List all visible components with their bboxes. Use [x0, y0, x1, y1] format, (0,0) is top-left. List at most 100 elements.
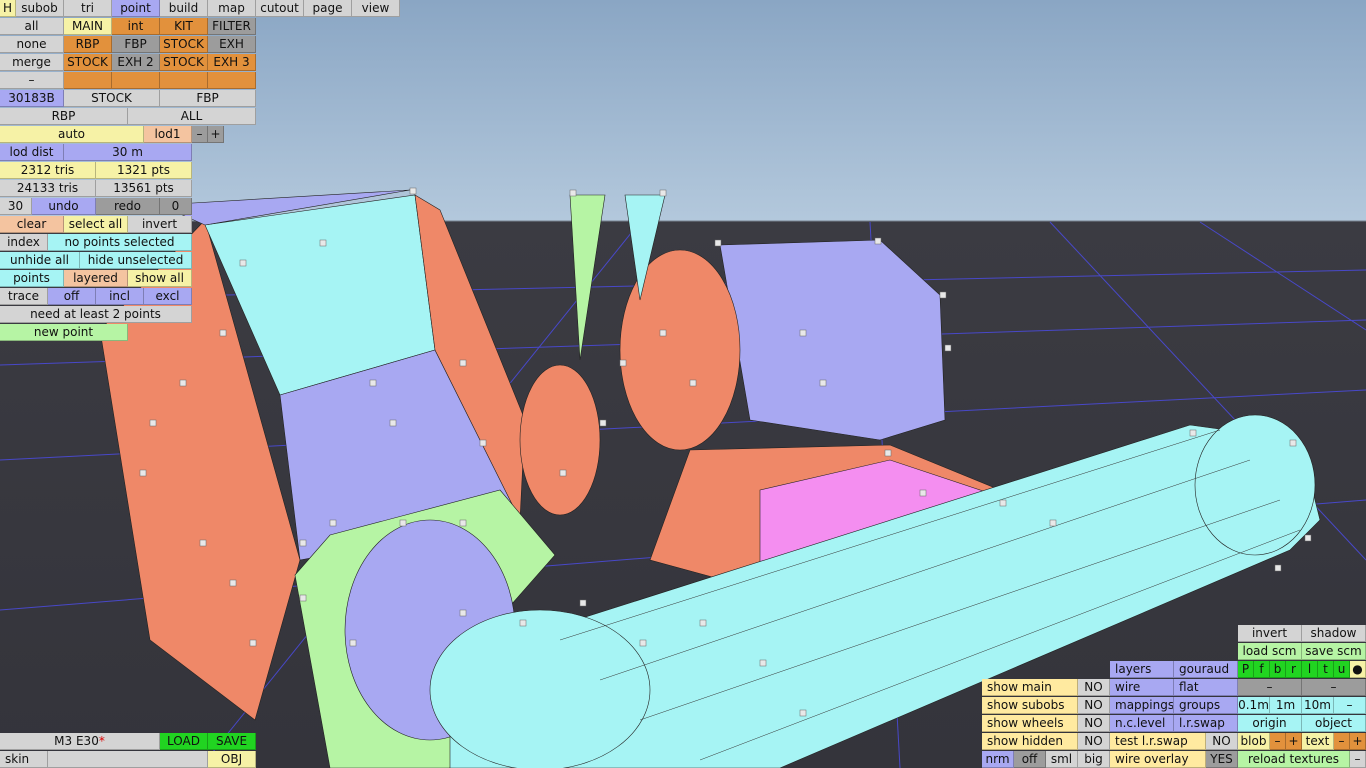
grid-minus[interactable]: – [1334, 697, 1366, 714]
group-exh2[interactable]: EXH 2 [112, 54, 160, 71]
new-point-button[interactable]: new point [0, 324, 128, 341]
flag-p[interactable]: P [1238, 661, 1254, 678]
grid-01m[interactable]: 0.1m [1238, 697, 1270, 714]
flag-u[interactable]: u [1334, 661, 1350, 678]
menu-tri[interactable]: tri [64, 0, 112, 17]
flag-dot[interactable]: ● [1350, 661, 1366, 678]
group-main[interactable]: MAIN [64, 18, 112, 35]
flag-r[interactable]: r [1286, 661, 1302, 678]
load-button[interactable]: LOAD [160, 733, 208, 750]
subob-rbp[interactable]: RBP [0, 108, 128, 125]
group-exh3[interactable]: EXH 3 [208, 54, 256, 71]
flag-l[interactable]: l [1302, 661, 1318, 678]
dash-button-2[interactable]: – [1302, 679, 1366, 696]
group-empty-1[interactable] [64, 72, 112, 89]
reload-textures-button[interactable]: reload textures [1238, 751, 1350, 768]
merge-button[interactable]: merge [0, 54, 64, 71]
layers-button[interactable]: layers [1110, 661, 1174, 678]
mappings-button[interactable]: mappings [1110, 697, 1174, 714]
file-name[interactable]: M3 E30* [0, 733, 160, 750]
points-button[interactable]: points [0, 270, 64, 287]
menu-point[interactable]: point [112, 0, 160, 17]
group-stock-2[interactable]: STOCK [64, 54, 112, 71]
test-lrswap-toggle[interactable]: NO [1206, 733, 1238, 750]
grid-10m[interactable]: 10m [1302, 697, 1334, 714]
lod-level[interactable]: lod1 [144, 126, 192, 143]
normals-sml[interactable]: sml [1046, 751, 1078, 768]
load-scm-button[interactable]: load scm [1238, 643, 1302, 660]
text-plus[interactable]: + [1350, 733, 1366, 750]
dash-button-1[interactable]: – [1238, 679, 1302, 696]
wire-button[interactable]: wire [1110, 679, 1174, 696]
menu-h-button[interactable]: H [0, 0, 16, 17]
trace-excl[interactable]: excl [144, 288, 192, 305]
shadow-button[interactable]: shadow [1302, 625, 1366, 642]
save-button[interactable]: SAVE [208, 733, 256, 750]
group-kit[interactable]: KIT [160, 18, 208, 35]
hide-unselected-button[interactable]: hide unselected [80, 252, 192, 269]
lod-dist-value[interactable]: 30 m [64, 144, 192, 161]
origin-button[interactable]: origin [1238, 715, 1302, 732]
flag-t[interactable]: t [1318, 661, 1334, 678]
group-empty-2[interactable] [112, 72, 160, 89]
text-minus[interactable]: – [1334, 733, 1350, 750]
subob-stock[interactable]: STOCK [64, 90, 160, 107]
show-wheels-toggle[interactable]: NO [1078, 715, 1110, 732]
show-hidden-toggle[interactable]: NO [1078, 733, 1110, 750]
object-button[interactable]: object [1302, 715, 1366, 732]
menu-subob[interactable]: subob [16, 0, 64, 17]
lod-minus[interactable]: – [192, 126, 208, 143]
group-exh[interactable]: EXH [208, 36, 256, 53]
flag-b[interactable]: b [1270, 661, 1286, 678]
skin-field[interactable] [48, 751, 208, 768]
ncl-button[interactable]: n.c.level [1110, 715, 1174, 732]
dash-button[interactable]: – [0, 72, 64, 89]
show-subobs-toggle[interactable]: NO [1078, 697, 1110, 714]
lod-plus[interactable]: + [208, 126, 224, 143]
subob-fbp[interactable]: FBP [160, 90, 256, 107]
normals-off[interactable]: off [1014, 751, 1046, 768]
select-all-button[interactable]: select all [64, 216, 128, 233]
lod-auto[interactable]: auto [0, 126, 144, 143]
wire-overlay-toggle[interactable]: YES [1206, 751, 1238, 768]
menu-page[interactable]: page [304, 0, 352, 17]
group-empty-4[interactable] [208, 72, 256, 89]
layered-button[interactable]: layered [64, 270, 128, 287]
trace-off[interactable]: off [48, 288, 96, 305]
obj-button[interactable]: OBJ [208, 751, 256, 768]
group-stock[interactable]: STOCK [160, 36, 208, 53]
subob-id[interactable]: 30183B [0, 90, 64, 107]
normals-big[interactable]: big [1078, 751, 1110, 768]
menu-build[interactable]: build [160, 0, 208, 17]
gouraud-button[interactable]: gouraud [1174, 661, 1238, 678]
flag-f[interactable]: f [1254, 661, 1270, 678]
group-int[interactable]: int [112, 18, 160, 35]
menu-map[interactable]: map [208, 0, 256, 17]
menu-view[interactable]: view [352, 0, 400, 17]
subob-all[interactable]: ALL [128, 108, 256, 125]
redo-button[interactable]: redo [96, 198, 160, 215]
lrswap-button[interactable]: l.r.swap [1174, 715, 1238, 732]
flat-button[interactable]: flat [1174, 679, 1238, 696]
grid-1m[interactable]: 1m [1270, 697, 1302, 714]
group-stock-3[interactable]: STOCK [160, 54, 208, 71]
show-all-button[interactable]: show all [128, 270, 192, 287]
menu-cutout[interactable]: cutout [256, 0, 304, 17]
group-empty-3[interactable] [160, 72, 208, 89]
unhide-all-button[interactable]: unhide all [0, 252, 80, 269]
invert-view-button[interactable]: invert [1238, 625, 1302, 642]
groups-button[interactable]: groups [1174, 697, 1238, 714]
group-rbp[interactable]: RBP [64, 36, 112, 53]
show-main-toggle[interactable]: NO [1078, 679, 1110, 696]
clear-button[interactable]: clear [0, 216, 64, 233]
index-button[interactable]: index [0, 234, 48, 251]
select-none[interactable]: none [0, 36, 64, 53]
trace-incl[interactable]: incl [96, 288, 144, 305]
group-filter[interactable]: FILTER [208, 18, 256, 35]
reload-minus[interactable]: – [1350, 751, 1366, 768]
save-scm-button[interactable]: save scm [1302, 643, 1366, 660]
select-all-groups[interactable]: all [0, 18, 64, 35]
group-fbp[interactable]: FBP [112, 36, 160, 53]
undo-button[interactable]: undo [32, 198, 96, 215]
blob-minus[interactable]: – [1270, 733, 1286, 750]
